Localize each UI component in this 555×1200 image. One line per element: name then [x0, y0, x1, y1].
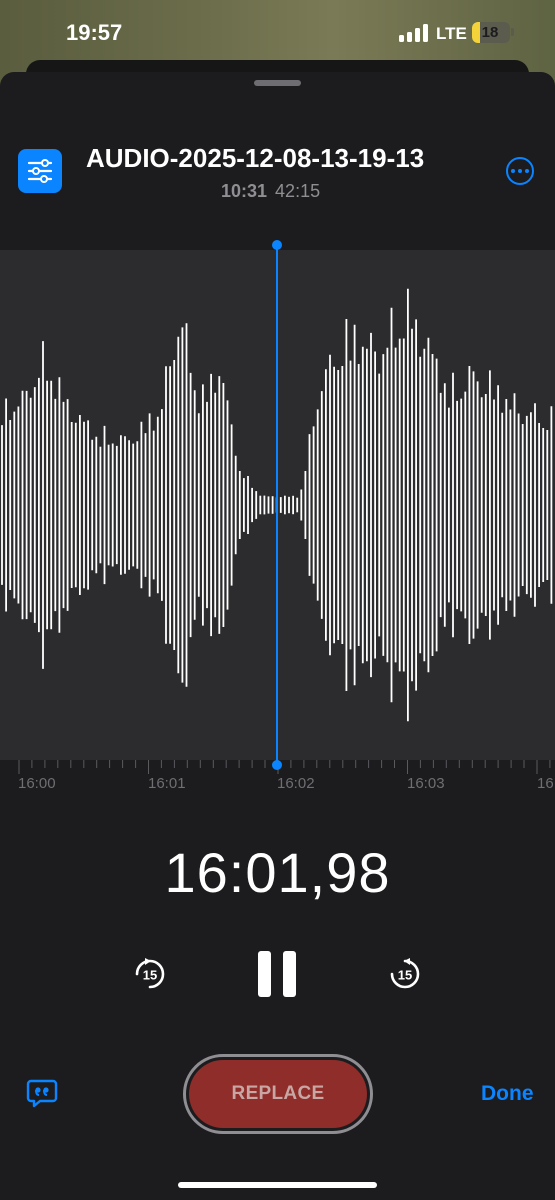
- goforward-15-icon: 15: [390, 958, 420, 989]
- playhead-bottom-handle[interactable]: [272, 760, 282, 770]
- network-type: LTE: [436, 24, 467, 43]
- playhead[interactable]: [276, 245, 278, 765]
- time-readout: 10:31 42:15: [221, 181, 320, 202]
- home-indicator: [178, 1182, 377, 1188]
- total-duration: 42:15: [275, 181, 321, 201]
- svg-text:15: 15: [398, 968, 412, 983]
- elapsed-time: 16:01,98: [164, 841, 391, 904]
- sliders-icon: [27, 159, 53, 183]
- battery-icon: 18: [472, 22, 510, 43]
- svg-text:15: 15: [143, 968, 157, 983]
- gobackward-15-icon: 15: [135, 958, 165, 989]
- ellipsis-circle-icon: [511, 169, 515, 173]
- timeline-label: 16:02: [277, 775, 315, 792]
- cellular-signal-icon: [399, 24, 429, 42]
- more-options-button[interactable]: [506, 157, 534, 185]
- status-bar: 19:57 LTE 18: [0, 0, 555, 66]
- timeline-label: 16: [537, 775, 554, 792]
- skip-forward-button[interactable]: 15: [387, 956, 423, 992]
- replace-button-ring[interactable]: REPLACE: [183, 1054, 373, 1134]
- pause-icon: [258, 951, 271, 997]
- current-time: 10:31: [221, 181, 268, 201]
- timeline-label: 16:00: [18, 775, 56, 792]
- sheet-grabber[interactable]: [254, 80, 301, 86]
- skip-back-button[interactable]: 15: [132, 956, 168, 992]
- replace-button[interactable]: REPLACE: [189, 1060, 367, 1128]
- options-button[interactable]: [18, 149, 62, 193]
- recording-title[interactable]: AUDIO-2025-12-08-13-19-13: [86, 143, 486, 174]
- timeline-label: 16:03: [407, 775, 445, 792]
- done-button[interactable]: Done: [481, 1082, 534, 1106]
- playhead-top-handle[interactable]: [272, 240, 282, 250]
- battery-level: 18: [481, 24, 499, 41]
- timeline-label: 16:01: [148, 775, 186, 792]
- transcript-button[interactable]: [26, 1079, 58, 1109]
- quote-bubble-icon: [26, 1079, 58, 1108]
- status-time: 19:57: [66, 20, 123, 45]
- battery-nub: [511, 28, 514, 36]
- pause-button[interactable]: [258, 951, 296, 997]
